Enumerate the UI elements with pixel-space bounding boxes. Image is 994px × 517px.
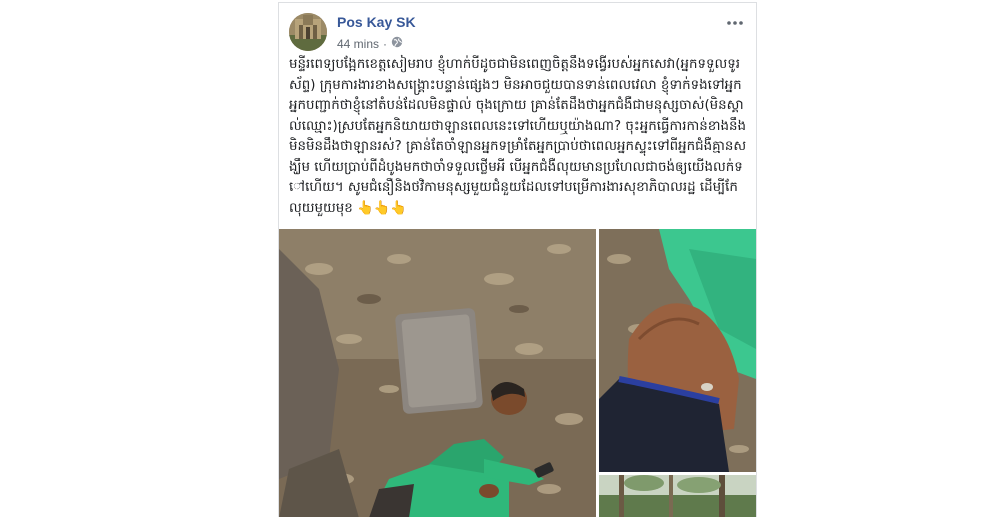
post-timestamp[interactable]: 44 mins: [337, 37, 379, 51]
author-avatar[interactable]: [289, 13, 327, 51]
author-name[interactable]: Pos Kay SK: [337, 14, 416, 30]
photo-grid: [279, 229, 756, 517]
photo-wound-on-abdomen[interactable]: [599, 229, 756, 472]
photo-forest-trees[interactable]: [599, 475, 756, 517]
dot-separator: ·: [383, 36, 388, 51]
post-header: Pos Kay SK 44 mins ·: [289, 13, 747, 53]
more-options-icon[interactable]: [723, 15, 747, 31]
post-body: មន្ទីរពេទ្យបង្អែកខេត្តសៀមរាប ខ្ញុំហាក់បី…: [289, 55, 747, 219]
facebook-post-card: Pos Kay SK 44 mins · មន្ទីរពេទ្យបង្អែកខេ…: [278, 2, 757, 517]
pointing-emojis: 👆👆👆: [357, 200, 408, 216]
post-text: មន្ទីរពេទ្យបង្អែកខេត្តសៀមរាប ខ្ញុំហាក់បី…: [289, 57, 751, 216]
globe-icon[interactable]: [391, 36, 403, 51]
post-meta: 44 mins ·: [337, 36, 403, 51]
photo-man-lying-on-leaves[interactable]: [279, 229, 596, 517]
